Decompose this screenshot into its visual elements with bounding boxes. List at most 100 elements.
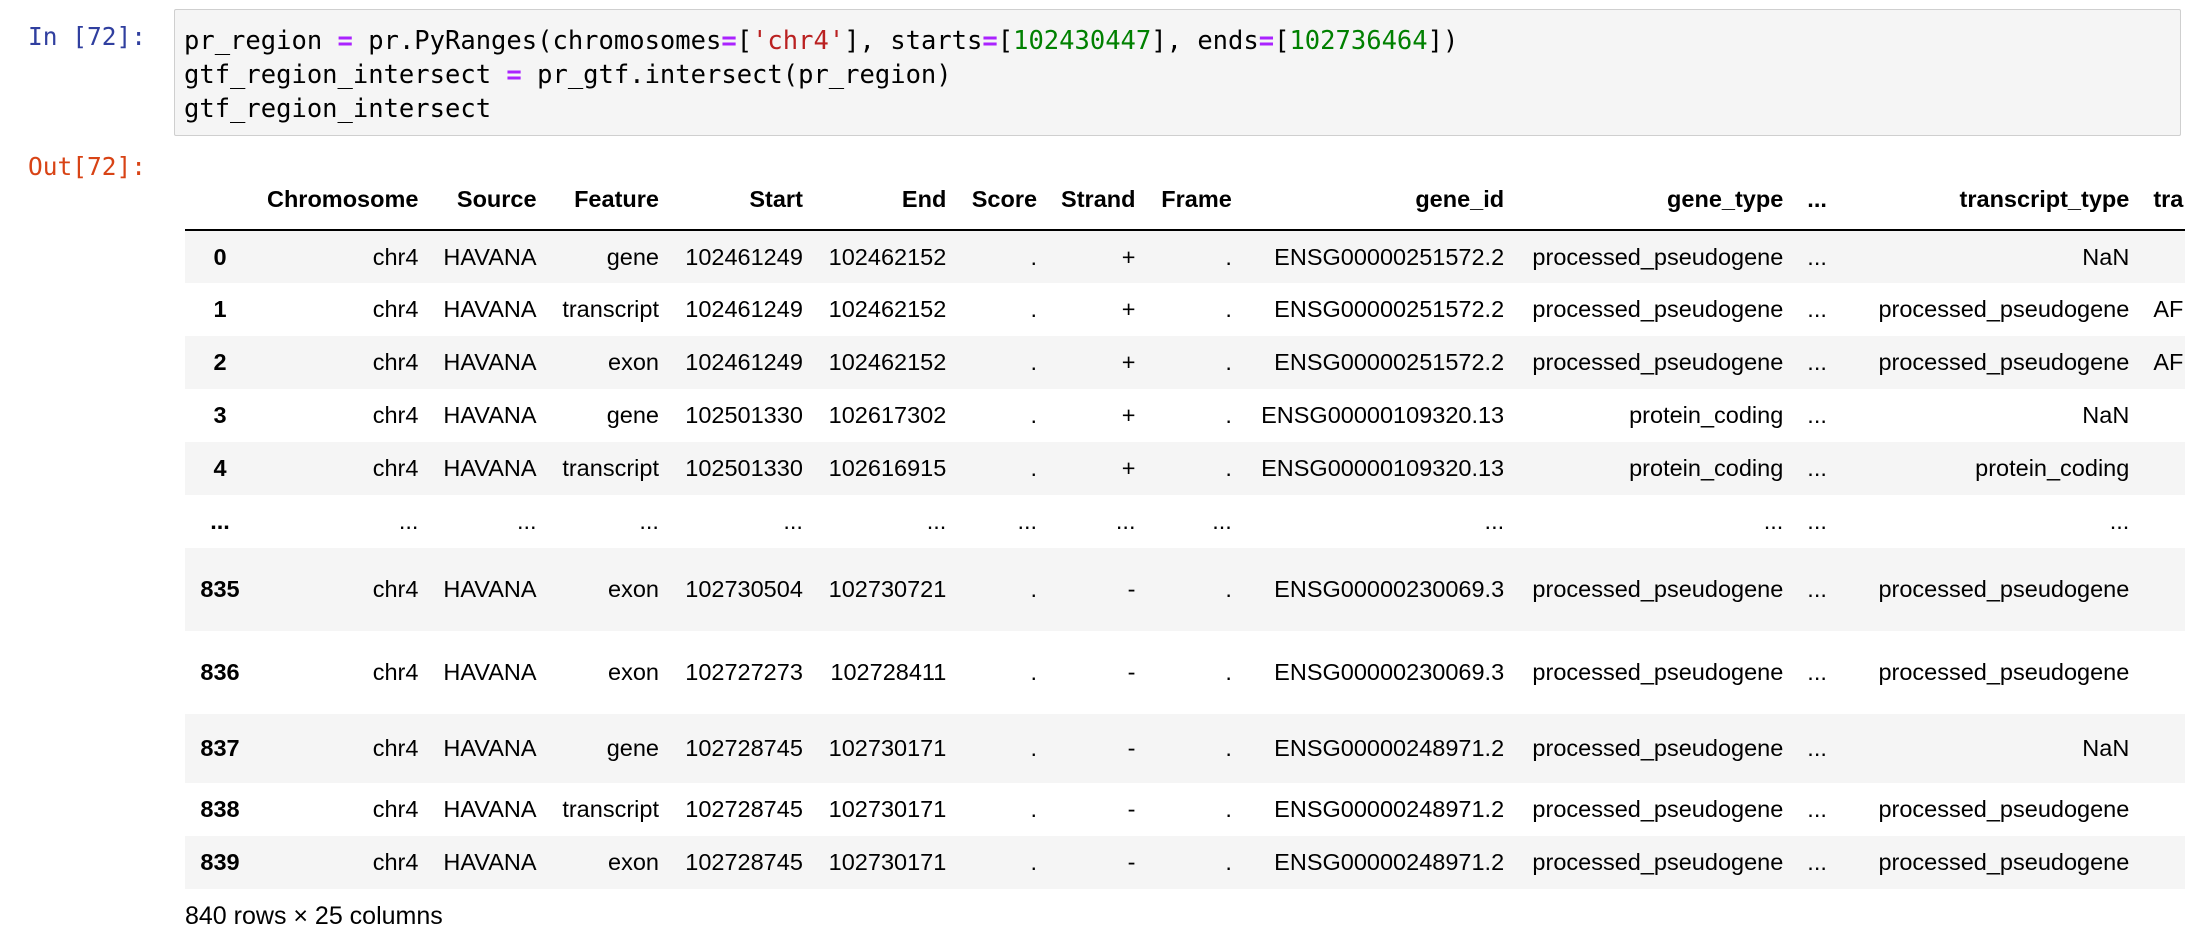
table-row: 837 chr4 HAVANA gene 102728745 102730171. -. EN… <box>185 714 2185 783</box>
table-cell: exon <box>608 659 659 685</box>
table-row: 2 chr4 HAVANA exon 102461249 102462152. +. ENSG… <box>185 336 2185 389</box>
output-prompt: Out[72]: <box>28 152 147 181</box>
table-cell: - <box>1127 849 1136 875</box>
code-token: [ <box>1274 26 1290 56</box>
table-cell: processed_pseudogene <box>1878 659 2130 685</box>
table-cell <box>2141 389 2185 442</box>
table-cell: processed_pseudogene <box>1532 576 1784 602</box>
code-operator: = <box>337 26 353 56</box>
header-row: Chromosome Source Feature Start End Score Stra… <box>185 170 2185 231</box>
table-cell: 102461249 <box>685 349 803 375</box>
table-cell: + <box>1121 402 1136 428</box>
code-token: pr_region <box>184 26 338 56</box>
table-cell: chr4 <box>372 243 419 270</box>
table-cell: . <box>1225 296 1232 322</box>
shape-caption: 840 rows × 25 columns <box>185 902 443 930</box>
column-header: Frame <box>1147 170 1244 231</box>
column-header: Strand <box>1049 170 1148 231</box>
row-index: 837 <box>200 735 240 761</box>
table-cell: . <box>1225 735 1232 761</box>
table-cell: ... <box>1484 508 1505 534</box>
code-operator: = <box>982 26 998 56</box>
row-index: 839 <box>200 849 240 875</box>
table-cell: ... <box>1807 796 1827 822</box>
table-cell: ... <box>516 508 537 534</box>
table-cell: protein_coding <box>1629 402 1784 428</box>
table-cell: - <box>1127 576 1136 602</box>
table-cell: ... <box>1807 849 1827 875</box>
table-cell: . <box>1030 576 1038 602</box>
code-operator: = <box>1258 26 1275 56</box>
table-cell: ENSG00000248971.2 <box>1274 735 1505 761</box>
table-cell: . <box>1030 349 1038 375</box>
table-cell: HAVANA <box>443 402 537 428</box>
table-cell: gene <box>606 402 659 428</box>
table-cell: 102728411 <box>830 659 947 685</box>
table-cell: 102727273 <box>685 659 803 685</box>
table-cell: processed_pseudogene <box>1532 296 1784 322</box>
table-cell: ENSG00000109320.13 <box>1261 455 1505 481</box>
table-cell: ENSG00000251572.2 <box>1274 349 1505 375</box>
table-cell: processed_pseudogene <box>1532 349 1784 375</box>
table-cell: HAVANA <box>443 243 537 270</box>
table-cell: processed_pseudogene <box>1878 849 2130 875</box>
table-row: 836 chr4 HAVANA exon 102727273 102728411. -. EN… <box>185 631 2185 714</box>
column-header: Start <box>670 170 815 231</box>
table-cell: gene <box>606 735 659 761</box>
table-cell: . <box>1225 243 1232 270</box>
table-cell: 102728745 <box>685 735 803 761</box>
table-cell: 102461249 <box>685 243 803 270</box>
code-token: ], starts <box>844 26 983 56</box>
table-cell <box>2141 714 2185 783</box>
code-token: pr.PyRanges(chromosomes <box>352 26 722 56</box>
table-cell: HAVANA <box>443 455 537 481</box>
column-header <box>185 170 255 231</box>
column-header: ... <box>1795 170 1839 231</box>
table-cell: 102501330 <box>685 455 803 481</box>
table-cell: processed_pseudogene <box>1532 796 1784 822</box>
table-cell: . <box>1225 455 1232 481</box>
table-cell: ENSG00000251572.2 <box>1274 243 1505 270</box>
column-header: gene_id <box>1243 170 1517 231</box>
table-cell <box>2141 230 2185 283</box>
table-cell: ... <box>1807 349 1827 375</box>
column-header: End <box>814 170 959 231</box>
row-index: ... <box>210 508 230 534</box>
table-row: 3 chr4 HAVANA gene 102501330 102617302. +. ENSG… <box>185 389 2185 442</box>
table-cell: ... <box>1807 508 1827 534</box>
table-cell: transcript <box>562 455 659 481</box>
table-cell: ... <box>1807 735 1827 761</box>
table-cell: + <box>1121 243 1136 270</box>
table-cell: ... <box>1212 508 1232 534</box>
table-cell: transcript <box>562 296 659 322</box>
table-cell: 102730721 <box>828 576 947 602</box>
table-cell: . <box>1225 402 1232 428</box>
table-cell <box>2141 495 2185 548</box>
table-cell: processed_pseudogene <box>1532 659 1784 685</box>
column-header: gene_type <box>1516 170 1796 231</box>
input-prompt: In [72]: <box>28 22 147 51</box>
table-cell: AF <box>2153 349 2184 375</box>
code-operator: = <box>721 26 737 56</box>
row-index: 2 <box>213 349 227 375</box>
table-cell: - <box>1127 659 1136 685</box>
code-token: [ <box>997 26 1014 56</box>
table-cell: 102462152 <box>828 243 947 270</box>
table-cell <box>2141 548 2185 631</box>
table-cell: 102462152 <box>828 296 947 322</box>
row-index: 0 <box>213 243 227 270</box>
table-cell: gene <box>606 243 659 270</box>
table-row: 0 chr4 HAVANA gene 102461249 102462152. +. ENSG… <box>185 230 2185 283</box>
table-cell: ENSG00000109320.13 <box>1261 402 1505 428</box>
table-cell: ... <box>1763 508 1784 534</box>
table-cell: ENSG00000248971.2 <box>1274 796 1505 822</box>
code-editor[interactable]: pr_region = pr.PyRanges(chromosomes=['ch… <box>174 9 2181 136</box>
code-token: gtf_region_intersect <box>184 94 492 124</box>
table-cell: . <box>1030 455 1038 481</box>
table-cell: NaN <box>2082 402 2130 428</box>
code-string: 'chr4' <box>752 26 845 56</box>
output-area: Chromosome Source Feature Start End Score Stra… <box>185 170 2185 924</box>
table-cell: 102730171 <box>828 735 947 761</box>
table-cell: 102462152 <box>828 349 947 375</box>
table-cell: HAVANA <box>443 659 537 685</box>
